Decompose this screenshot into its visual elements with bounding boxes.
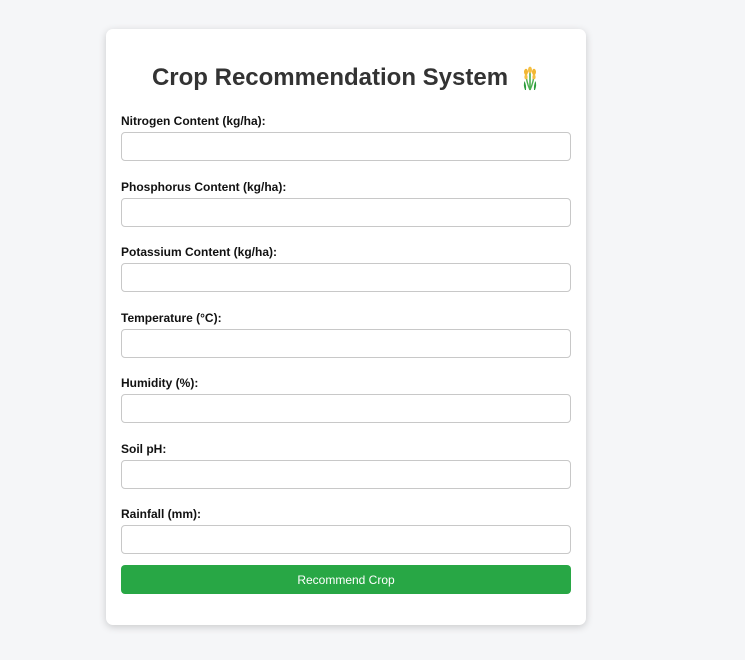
field-soil-ph: Soil pH:	[121, 442, 571, 508]
nitrogen-input[interactable]	[121, 132, 571, 161]
nitrogen-label: Nitrogen Content (kg/ha):	[121, 114, 266, 128]
humidity-label: Humidity (%):	[121, 376, 199, 390]
potassium-input[interactable]	[121, 263, 571, 292]
field-nitrogen: Nitrogen Content (kg/ha):	[121, 114, 571, 180]
page-title: Crop Recommendation System	[151, 64, 509, 91]
recommend-crop-button[interactable]: Recommend Crop	[121, 565, 571, 594]
field-phosphorus: Phosphorus Content (kg/ha):	[121, 180, 571, 246]
phosphorus-label: Phosphorus Content (kg/ha):	[121, 179, 287, 194]
potassium-label: Potassium Content (kg/ha):	[121, 245, 278, 259]
form-card: Crop Recommendation System Nitrogen Cont…	[106, 29, 586, 625]
rainfall-input[interactable]	[121, 525, 571, 554]
field-rainfall: Rainfall (mm):	[121, 507, 571, 573]
header: Crop Recommendation System	[106, 64, 586, 92]
crop-form: Nitrogen Content (kg/ha): Phosphorus Con…	[121, 114, 571, 573]
field-humidity: Humidity (%):	[121, 376, 571, 442]
humidity-input[interactable]	[121, 394, 571, 423]
crop-sheaf-icon	[520, 65, 540, 91]
field-temperature: Temperature (°C):	[121, 311, 571, 377]
soil-ph-input[interactable]	[121, 459, 571, 489]
phosphorus-input[interactable]	[121, 197, 571, 227]
temperature-input[interactable]	[121, 328, 571, 358]
temperature-label: Temperature (°C):	[121, 310, 222, 325]
rainfall-label: Rainfall (mm):	[121, 507, 202, 521]
field-potassium: Potassium Content (kg/ha):	[121, 245, 571, 311]
soil-ph-label: Soil pH:	[121, 441, 167, 456]
